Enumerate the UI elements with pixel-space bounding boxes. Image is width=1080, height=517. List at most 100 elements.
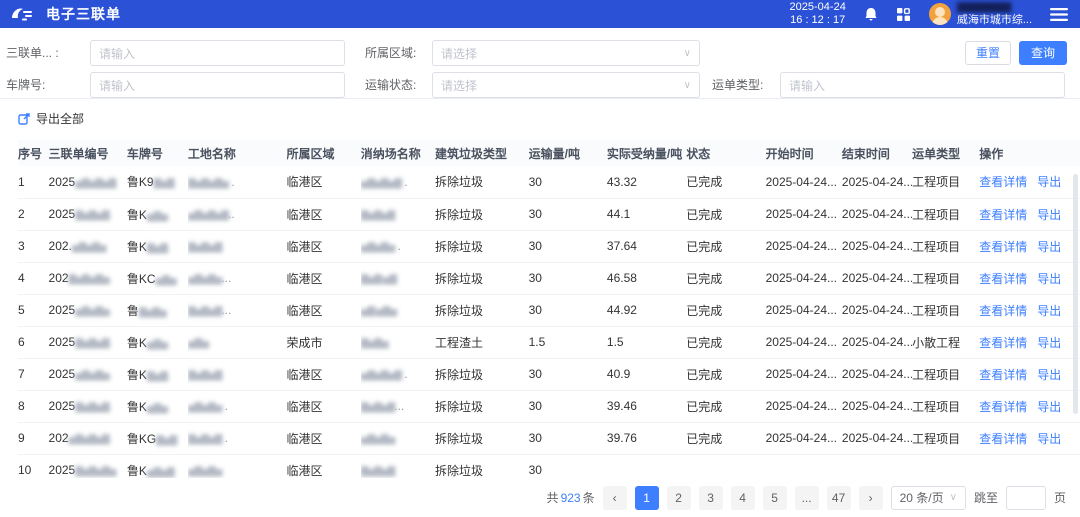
cell-site: ▇▅▇▅▇	[188, 230, 287, 262]
prev-page-button[interactable]: ‹	[603, 486, 627, 510]
table-row: 52025▅▇▅▇▅鲁▇▅▇▅▇▅▇▅▇...临港区▅▇ ▅▇▅拆除垃圾3044…	[18, 294, 1080, 326]
waybill-type-input[interactable]: 请输入	[780, 72, 1065, 98]
view-details-link[interactable]: 查看详情	[979, 208, 1027, 222]
view-details-link[interactable]: 查看详情	[979, 368, 1027, 382]
notification-bell-icon[interactable]	[864, 7, 878, 22]
column-header: 操作	[979, 140, 1080, 166]
cell-site: ▅▇▅▇▅...	[188, 262, 287, 294]
cell-start	[766, 454, 842, 478]
column-header: 运输量/吨	[529, 140, 607, 166]
export-row-link[interactable]: 导出	[1037, 432, 1061, 446]
view-details-link[interactable]: 查看详情	[979, 304, 1027, 318]
view-details-link[interactable]: 查看详情	[979, 432, 1027, 446]
page-button-47[interactable]: 47	[827, 486, 851, 510]
hamburger-menu-icon[interactable]	[1050, 8, 1068, 21]
redacted-text: ▇▅▇▅▇▅	[75, 466, 115, 477]
waybill-table: 序号三联单编号车牌号工地名称所属区域消纳场名称建筑垃圾类型运输量/吨实际受纳量/…	[0, 140, 1080, 478]
query-button[interactable]: 查询	[1019, 41, 1067, 65]
app-logo-icon	[10, 6, 36, 22]
cell-sn: 9	[18, 422, 49, 454]
redacted-text: ▅▇▅▇▅	[188, 274, 221, 285]
cell-end: 2025-04-24...	[842, 294, 912, 326]
column-header: 消纳场名称	[361, 140, 435, 166]
app-grid-icon[interactable]	[896, 7, 911, 22]
page-button-5[interactable]: 5	[763, 486, 787, 510]
cell-actual: 44.92	[607, 294, 686, 326]
cell-status: 已完成	[686, 326, 765, 358]
redacted-text: ▅▇▅▇▅▇	[361, 178, 401, 189]
view-details-link[interactable]: 查看详情	[979, 175, 1027, 189]
cell-actions	[979, 454, 1080, 478]
cell-region: 临港区	[287, 230, 361, 262]
reset-button[interactable]: 重置	[965, 41, 1011, 65]
page-ellipsis[interactable]: ...	[795, 486, 819, 510]
redacted-text: ▇▅▇▅▇	[188, 306, 221, 317]
chevron-down-icon: ∨	[950, 492, 957, 503]
redacted-text: ▇▅▇	[154, 178, 174, 189]
cell-code: 2025▇▅▇▅▇▅	[49, 454, 127, 478]
view-details-link[interactable]: 查看详情	[979, 240, 1027, 254]
redacted-text: ▇▅▇	[147, 371, 167, 382]
export-row-link[interactable]: 导出	[1037, 368, 1061, 382]
redacted-text: ▇▅▇▅▇	[361, 466, 394, 477]
total-count-number: 923	[561, 491, 581, 505]
redacted-text: ▇▅▇▅▇	[188, 242, 221, 253]
page-button-1[interactable]: 1	[635, 486, 659, 510]
page-size-select[interactable]: 20 条/页 ∨	[891, 486, 966, 510]
cell-region: 临港区	[287, 454, 361, 478]
table-row: 22025▇▅▇▅▇鲁K▅▇▅▅▇▅▇▅▇..临港区▇▅▇▅▇拆除垃圾3044.…	[18, 198, 1080, 230]
export-row-link[interactable]: 导出	[1037, 336, 1061, 350]
user-avatar[interactable]	[929, 3, 951, 25]
cell-actual: 39.46	[607, 390, 686, 422]
export-all-button[interactable]: 导出全部	[18, 108, 84, 128]
cell-amount: 30	[529, 294, 607, 326]
export-row-link[interactable]: 导出	[1037, 240, 1061, 254]
cell-waste: 拆除垃圾	[435, 262, 529, 294]
plate-number-input[interactable]: 请输入	[90, 72, 345, 98]
export-row-link[interactable]: 导出	[1037, 304, 1061, 318]
cell-start: 2025-04-24...	[766, 166, 842, 198]
vertical-scrollbar[interactable]	[1073, 174, 1078, 414]
cell-start: 2025-04-24...	[766, 198, 842, 230]
redacted-text: ▅▇▅▇▅▇	[361, 370, 401, 381]
cell-end: 2025-04-24...	[842, 262, 912, 294]
cell-code: 2025▇▅▇▅▇	[49, 326, 127, 358]
export-row-link[interactable]: 导出	[1037, 272, 1061, 286]
cell-status: 已完成	[686, 166, 765, 198]
view-details-link[interactable]: 查看详情	[979, 336, 1027, 350]
region-select[interactable]: 请选择 ∨	[432, 40, 700, 66]
jump-to-page-input[interactable]	[1006, 486, 1046, 510]
waybill-type-label: 运单类型:	[712, 72, 763, 98]
cell-plate: 鲁K▅▇▅	[127, 198, 188, 230]
cell-status: 已完成	[686, 198, 765, 230]
redacted-text: ▇▅▇▅	[361, 338, 388, 349]
export-icon	[18, 112, 31, 125]
cell-site: ▇▅▇▅▇▅ .	[188, 166, 287, 198]
cell-actual	[607, 454, 686, 478]
user-account[interactable]: ▇▇▇▇▇▇▇▇ 威海市城市综...	[929, 2, 1032, 26]
page-button-3[interactable]: 3	[699, 486, 723, 510]
page-buttons: 12345... 47	[635, 486, 851, 510]
export-row-link[interactable]: 导出	[1037, 208, 1061, 222]
tripform-number-input[interactable]: 请输入	[90, 40, 345, 66]
redacted-text: ▅▇▅	[147, 339, 167, 350]
export-row-link[interactable]: 导出	[1037, 400, 1061, 414]
view-details-link[interactable]: 查看详情	[979, 272, 1027, 286]
redacted-text: ▅▇▅▇▅▇	[69, 434, 109, 445]
cell-status: 已完成	[686, 262, 765, 294]
top-bar: 电子三联单 2025-04-24 16 : 12 : 17 ▇▇▇▇▇▇▇▇	[0, 0, 1080, 28]
chevron-down-icon: ∨	[684, 48, 691, 59]
page-button-4[interactable]: 4	[731, 486, 755, 510]
redacted-text: ▅▇▅▇▅	[75, 306, 108, 317]
cell-status: 已完成	[686, 294, 765, 326]
cell-actions: 查看详情导出	[979, 262, 1080, 294]
table-row: 62025▇▅▇▅▇鲁K▅▇▅▅▇▅荣成市▇▅▇▅工程渣土1.51.5已完成20…	[18, 326, 1080, 358]
transport-status-select[interactable]: 请选择 ∨	[432, 72, 700, 98]
next-page-button[interactable]: ›	[859, 486, 883, 510]
page-button-2[interactable]: 2	[667, 486, 691, 510]
redacted-text: ▅▇▅▇▅▇	[188, 210, 228, 221]
cell-sn: 2	[18, 198, 49, 230]
redacted-text: ▇▅▇▅▇	[75, 210, 108, 221]
view-details-link[interactable]: 查看详情	[979, 400, 1027, 414]
export-row-link[interactable]: 导出	[1037, 175, 1061, 189]
